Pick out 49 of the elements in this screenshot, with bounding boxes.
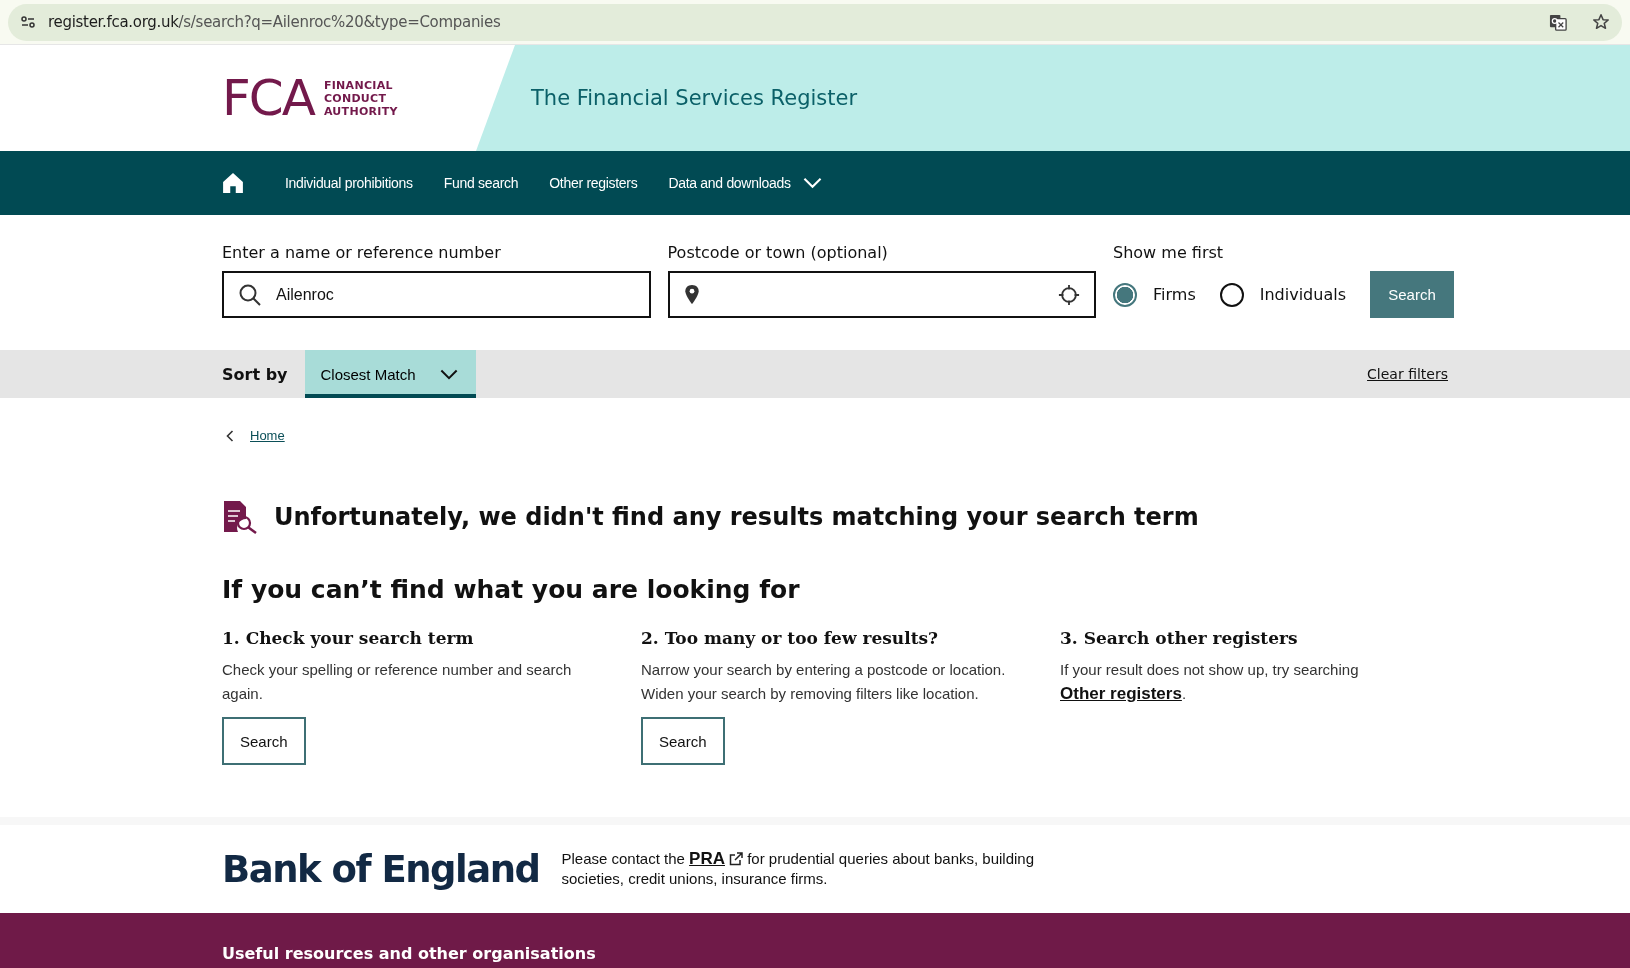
search-button[interactable]: Search [222,717,306,765]
bookmark-star-icon [1592,13,1610,31]
nav-dropdown[interactable]: Data and downloads [668,175,822,191]
section-heading: If you can’t find what you are looking for [222,575,801,604]
help-text: Check your spelling or reference number and search again. [222,660,573,704]
help-text: Narrow your search by entering a postcode or location. Widen your search by removing filters like location. [641,660,1007,704]
column-heading: 3. Search other registers [1060,628,1298,648]
no-results-message: Unfortunately, we didn't find any results matching your search term [274,503,1199,531]
clear-filters-link[interactable]: Clear filters [1367,366,1448,382]
document-search-icon [222,499,258,535]
nav-link[interactable]: Other registers [549,175,638,191]
radio-button[interactable] [1219,282,1244,307]
search-icon [238,282,262,307]
external-link-icon [729,852,743,866]
field-label: Show me first [1113,243,1225,262]
address-bar[interactable]: register.fca.org.uk/s/search?q=Ailenroc%20&type=Companies [8,3,1622,41]
nav-link[interactable]: Individual prohibitions [285,175,413,191]
site-settings-icon [20,14,36,30]
chevron-left-icon [226,429,234,442]
field-label: Enter a name or reference number [222,243,502,262]
radio-option[interactable]: Firms [1113,282,1196,307]
search-button[interactable]: Search [1370,271,1454,318]
locate-icon [1058,283,1081,306]
sort-dropdown[interactable]: Closest Match [304,350,476,398]
search-field[interactable]: Ailenroc [222,271,651,318]
column-heading: 2. Too many or too few results? [641,628,938,648]
help-text: If your result does not show up, try searching Other registers. [1060,660,1360,705]
breadcrumb-link[interactable]: Home [250,428,285,443]
sort-label: Sort by [222,364,288,384]
field-label: Postcode or town (optional) [667,243,889,262]
search-button[interactable]: Search [641,717,725,765]
pra-link[interactable]: PRA [689,849,743,869]
site-title: The Financial Services Register [531,86,858,110]
radio-option[interactable]: Individuals [1219,282,1346,307]
home-icon [222,172,244,194]
radio-button[interactable] [1113,282,1138,307]
location-field[interactable] [667,271,1097,318]
nav-link[interactable]: Fund search [443,175,519,191]
column-heading: 1. Check your search term [222,628,474,648]
home-link[interactable] [222,172,244,194]
url-text: register.fca.org.uk/s/search?q=Ailenroc%20&type=Companies [48,13,501,31]
chevron-down-icon [439,368,458,380]
map-pin-icon [683,284,700,305]
contact-text: Please contact the PRA for prudential queries about banks, building societies, credit unions, insurance firms. [561,849,1035,889]
bank-logo: Bank of England [222,847,540,891]
footer-heading: Useful resources and other organisations [222,943,597,963]
other-registers-link[interactable]: Other registers [1060,684,1182,703]
translate-icon [1549,12,1568,32]
chevron-down-icon [802,177,822,189]
